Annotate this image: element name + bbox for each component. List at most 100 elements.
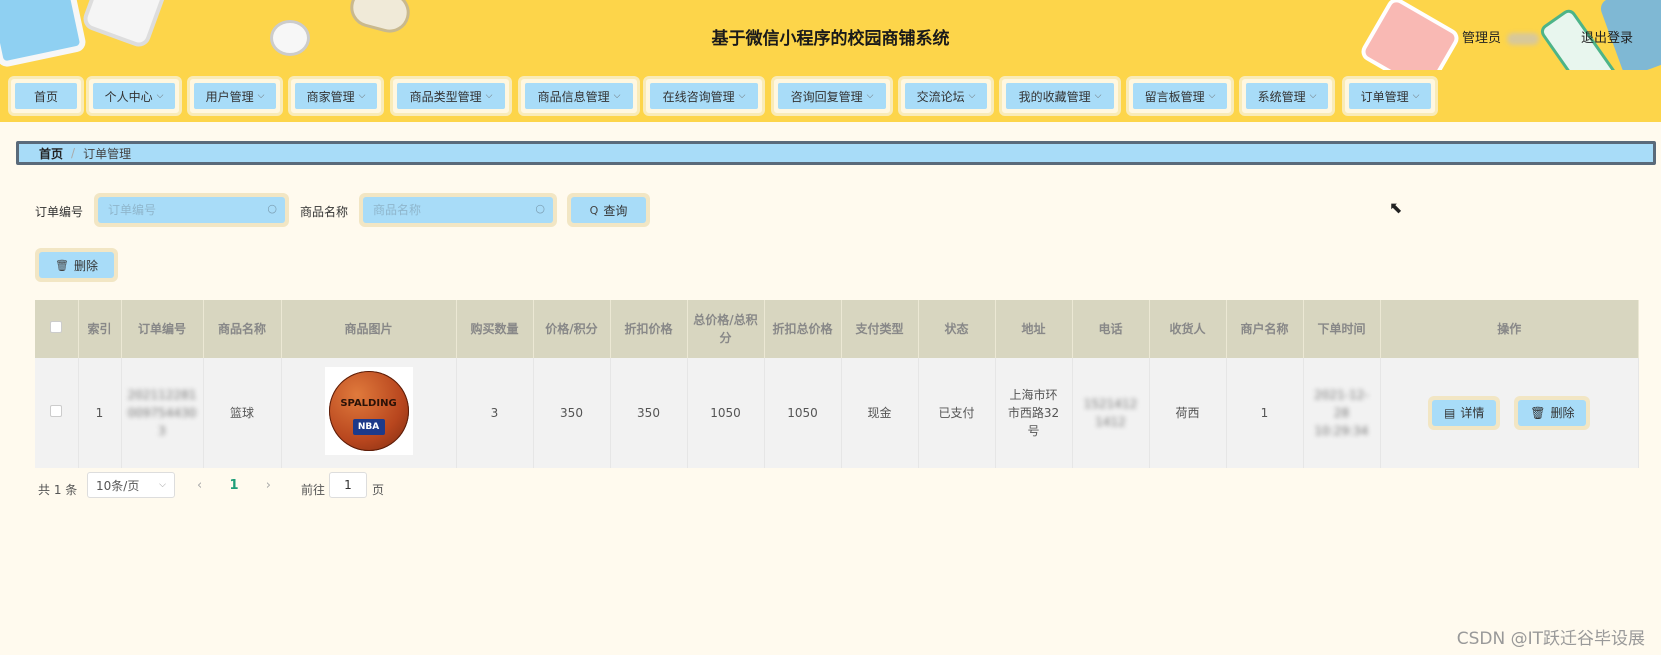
total-cell: 1050 — [687, 358, 765, 468]
logout-button[interactable]: 退出登录 — [1581, 27, 1633, 46]
order-no-search-field: ○ — [94, 193, 289, 227]
status-cell: 已支付 — [918, 358, 996, 468]
nav-item-user-management[interactable]: 用户管理 ⌵ — [187, 76, 283, 116]
table-header-row: 索引 订单编号 商品名称 商品图片 购买数量 价格/积分 折扣价格 总价格/总积… — [35, 300, 1639, 358]
column-header: 电话 — [1072, 300, 1150, 358]
next-page-icon[interactable]: › — [266, 478, 271, 493]
order-no-value: 2021122810097544303 — [127, 388, 197, 438]
watermark: CSDN @IT跃迁谷毕设展 — [1456, 629, 1645, 649]
nav-item-product-info-management[interactable]: 商品信息管理 ⌵ — [518, 76, 640, 116]
column-header: 商品图片 — [281, 300, 457, 358]
trash-icon: 🗑 — [1530, 406, 1546, 420]
search-icon: ○ — [535, 202, 545, 215]
chevron-down-icon: ⌵ — [1412, 91, 1420, 101]
nav-item-consult-reply-management[interactable]: 咨询回复管理 ⌵ — [771, 76, 893, 116]
goto-label: 前往 — [301, 483, 326, 497]
nav-item-message-board-management[interactable]: 留言板管理 ⌵ — [1126, 76, 1234, 116]
address-value: 上海市环市西路32号 — [1007, 388, 1060, 438]
nav-item-system-management[interactable]: 系统管理 ⌵ — [1239, 76, 1335, 116]
chevron-down-icon: ⌵ — [1208, 91, 1216, 101]
column-header: 总价格/总积分 — [687, 300, 765, 358]
document-icon: ▤ — [1444, 406, 1456, 420]
goto-page-input[interactable]: 1 — [329, 472, 367, 498]
chevron-down-icon: ⌵ — [485, 91, 493, 101]
column-header: 状态 — [918, 300, 996, 358]
column-header: 价格/积分 — [533, 300, 611, 358]
admin-label: 管理员 — [1462, 27, 1539, 46]
total-count: 共 1 条 — [38, 483, 78, 497]
select-all-header — [35, 300, 79, 358]
app-title: 基于微信小程序的校园商铺系统 — [711, 29, 950, 49]
receiver-cell: 荷西 — [1149, 358, 1227, 468]
operations-cell: ▤ 详情 🗑 删除 — [1380, 358, 1639, 468]
page-size-select[interactable]: 10条/页 ⌵ — [87, 472, 175, 498]
order-time-value: 2021-12-28 10:29:34 — [1314, 388, 1369, 438]
product-image-cell: SPALDING NBA — [281, 358, 457, 468]
column-header: 操作 — [1380, 300, 1639, 358]
discount-price-cell: 350 — [610, 358, 688, 468]
top-nav: 首页 个人中心 ⌵ 用户管理 ⌵ 商家管理 ⌵ 商品类型管理 ⌵ 商品信息管理 ⌵ 在线咨… — [0, 70, 1661, 122]
chevron-down-icon: ⌵ — [866, 91, 874, 101]
column-header: 折扣总价格 — [764, 300, 842, 358]
order-no-input[interactable] — [98, 197, 285, 223]
chevron-down-icon: ⌵ — [1094, 91, 1102, 101]
detail-button[interactable]: ▤ 详情 — [1428, 396, 1501, 430]
order-no-label: 订单编号 — [35, 205, 84, 219]
column-header: 支付类型 — [841, 300, 919, 358]
product-name-input[interactable] — [363, 197, 553, 223]
batch-delete-button[interactable]: 🗑 删除 — [35, 248, 118, 282]
column-header: 购买数量 — [456, 300, 534, 358]
merchant-cell: 1 — [1226, 358, 1304, 468]
chevron-down-icon: ⌵ — [738, 91, 746, 101]
trash-icon: 🗑 — [55, 258, 69, 272]
row-delete-button[interactable]: 🗑 删除 — [1514, 396, 1591, 430]
chevron-down-icon: ⌵ — [613, 91, 621, 101]
prev-page-icon[interactable]: ‹ — [197, 478, 202, 493]
chevron-down-icon: ⌵ — [968, 91, 976, 101]
row-checkbox[interactable] — [50, 405, 63, 417]
table-row: 1 2021122810097544303 篮球 SPALDING NBA 3 … — [35, 358, 1639, 468]
page-suffix: 页 — [372, 483, 385, 497]
column-header: 索引 — [78, 300, 122, 358]
chevron-down-icon: ⌵ — [1309, 91, 1317, 101]
column-header: 商户名称 — [1226, 300, 1304, 358]
product-image-badge: NBA — [352, 418, 385, 435]
nav-item-product-type-management[interactable]: 商品类型管理 ⌵ — [390, 76, 512, 116]
chevron-down-icon: ⌵ — [156, 91, 164, 101]
breadcrumb: 首页 / 订单管理 — [16, 141, 1656, 165]
nav-item-forum[interactable]: 交流论坛 ⌵ — [898, 76, 994, 116]
product-image-brand: SPALDING — [340, 397, 397, 409]
nav-item-merchant-management[interactable]: 商家管理 ⌵ — [288, 76, 384, 116]
column-header: 地址 — [995, 300, 1073, 358]
nav-item-order-management[interactable]: 订单管理 ⌵ — [1342, 76, 1438, 116]
column-header: 订单编号 — [121, 300, 204, 358]
query-button[interactable]: Q 查询 — [567, 193, 650, 227]
app-header: 基于微信小程序的校园商铺系统 管理员 退出登录 — [0, 0, 1661, 70]
index-cell: 1 — [78, 358, 122, 468]
quantity-cell: 3 — [456, 358, 534, 468]
breadcrumb-current: 订单管理 — [83, 146, 132, 161]
phone-value: 15214121412 — [1083, 397, 1138, 429]
select-all-checkbox[interactable] — [50, 321, 63, 333]
column-header: 折扣价格 — [610, 300, 688, 358]
order-table: 索引 订单编号 商品名称 商品图片 购买数量 价格/积分 折扣价格 总价格/总积… — [35, 300, 1639, 468]
page-number[interactable]: 1 — [229, 478, 238, 493]
nav-item-online-consult-management[interactable]: 在线咨询管理 ⌵ — [643, 76, 765, 116]
chevron-down-icon: ⌵ — [159, 480, 166, 490]
nav-item-personal-center[interactable]: 个人中心 ⌵ — [86, 76, 182, 116]
order-no-cell: 2021122810097544303 — [121, 358, 204, 468]
column-header: 下单时间 — [1303, 300, 1381, 358]
admin-username-redacted — [1507, 32, 1539, 45]
breadcrumb-separator: / — [71, 146, 76, 160]
product-name-label: 商品名称 — [300, 205, 349, 219]
product-image: SPALDING NBA — [324, 366, 413, 455]
pay-type-cell: 现金 — [841, 358, 919, 468]
chevron-down-icon: ⌵ — [257, 91, 265, 101]
mouse-cursor-icon: ⬉ — [1389, 198, 1403, 217]
column-header: 商品名称 — [203, 300, 282, 358]
price-cell: 350 — [533, 358, 611, 468]
breadcrumb-home[interactable]: 首页 — [39, 145, 63, 162]
nav-item-home[interactable]: 首页 — [8, 76, 84, 116]
nav-item-favorites-management[interactable]: 我的收藏管理 ⌵ — [999, 76, 1121, 116]
product-name-search-field: ○ — [359, 193, 557, 227]
